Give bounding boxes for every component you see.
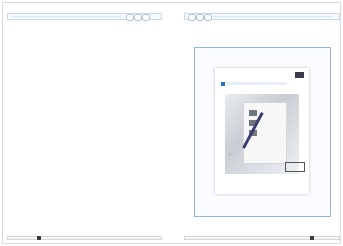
chevron-left-icon: ‹ (229, 152, 231, 158)
left-pane (7, 9, 162, 243)
left-pill-button-1[interactable] (126, 14, 134, 21)
right-scroll-thumb[interactable] (310, 236, 314, 240)
document-card: ‹ (215, 68, 309, 194)
window-frame: ‹ (2, 2, 341, 244)
right-pill-button-2[interactable] (204, 14, 212, 21)
right-toolbar-track (213, 16, 333, 17)
sheet-cell-1 (249, 110, 257, 116)
left-toolbar (7, 13, 162, 21)
pen-document-photo: ‹ (225, 94, 305, 174)
right-toolbar (184, 13, 340, 21)
right-pane: ‹ (184, 9, 340, 243)
document-preview-panel[interactable]: ‹ (194, 47, 331, 217)
right-pill-button-1[interactable] (196, 14, 204, 21)
right-scrollbar[interactable] (184, 236, 340, 240)
blue-marker-icon (221, 82, 225, 86)
left-toolbar-track (11, 16, 121, 17)
left-scroll-thumb[interactable] (37, 236, 41, 240)
right-arrow-button[interactable] (188, 14, 196, 21)
document-header (221, 74, 297, 77)
left-arrow-button[interactable] (142, 14, 150, 21)
left-scrollbar[interactable] (7, 236, 162, 240)
brand-logo (295, 72, 304, 78)
left-pill-button-2[interactable] (134, 14, 142, 21)
selection-box (285, 162, 305, 172)
document-subtitle-bar (227, 82, 287, 85)
